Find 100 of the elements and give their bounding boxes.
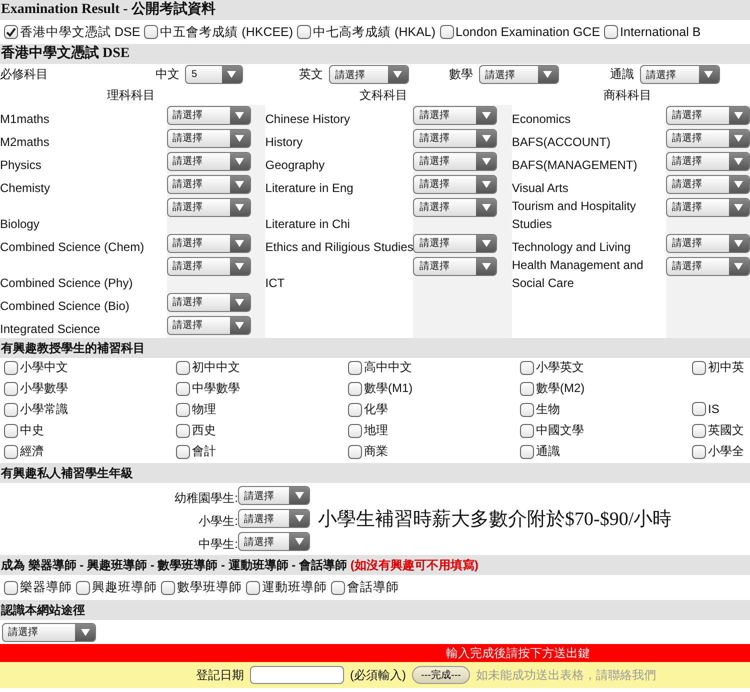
checkbox[interactable] xyxy=(520,424,534,438)
checkbox[interactable] xyxy=(692,444,706,459)
checkbox[interactable] xyxy=(520,444,534,459)
checkbox[interactable] xyxy=(520,382,534,396)
subject-name: Chemisty xyxy=(0,181,50,195)
checkbox[interactable] xyxy=(4,402,18,417)
checkbox[interactable] xyxy=(4,25,18,39)
checkbox[interactable] xyxy=(4,424,18,438)
subject-label: 英文 xyxy=(298,66,323,83)
checkbox[interactable] xyxy=(692,360,706,375)
date-label: 登記日期 xyxy=(196,666,244,684)
dropdown[interactable]: 請選擇 xyxy=(413,198,498,218)
checkbox[interactable] xyxy=(176,424,190,438)
dropdown[interactable]: 請選擇 xyxy=(413,106,498,126)
dropdown[interactable]: 請選擇 xyxy=(413,234,498,254)
checkbox-label: 會話導師 xyxy=(347,579,399,596)
subject-name: Biology xyxy=(0,217,40,231)
done-button[interactable]: ---完成--- xyxy=(412,666,470,684)
checkbox-label: 化學 xyxy=(364,401,388,418)
checkbox-label: 中國文學 xyxy=(536,422,584,440)
dropdown[interactable]: 5 xyxy=(185,65,243,84)
subject-label: 數學 xyxy=(448,66,473,83)
checkbox[interactable] xyxy=(331,580,345,594)
dropdown[interactable]: 請選擇 xyxy=(238,532,310,551)
dropdown[interactable]: 請選擇 xyxy=(238,486,310,505)
checkbox-label: London Examination GCE xyxy=(456,25,600,39)
checkbox[interactable] xyxy=(520,360,534,375)
subject-name: Tourism and Hospitality Studies xyxy=(512,199,636,231)
checkbox[interactable] xyxy=(176,360,190,375)
checkbox[interactable] xyxy=(692,402,706,416)
checkbox[interactable] xyxy=(4,360,18,375)
section-heading: 有興趣私人補習學生年級 xyxy=(0,463,750,483)
checkbox[interactable] xyxy=(144,25,158,39)
checkbox[interactable] xyxy=(297,25,312,39)
dropdown[interactable]: 請選擇 xyxy=(478,65,558,84)
column-heading: 商科科目 xyxy=(603,88,652,102)
grade-label: 小學生: xyxy=(198,514,238,528)
dropdown[interactable]: 請選擇 xyxy=(666,175,750,194)
subject-name: Geography xyxy=(265,158,325,172)
checkbox[interactable] xyxy=(440,25,454,39)
checkbox[interactable] xyxy=(520,402,534,417)
dropdown[interactable]: 請選擇 xyxy=(166,129,251,148)
date-input-field[interactable] xyxy=(250,666,344,684)
checkbox-label: 小學常識 xyxy=(20,401,68,418)
column-heading: 理科科目 xyxy=(107,88,156,102)
dropdown[interactable]: 請選擇 xyxy=(328,65,409,84)
checkbox[interactable] xyxy=(176,382,190,396)
checkbox[interactable] xyxy=(76,580,90,594)
checkbox-label: 小學數學 xyxy=(20,380,68,398)
checkbox[interactable] xyxy=(161,580,175,594)
checkbox[interactable] xyxy=(176,444,190,459)
dropdown[interactable]: 請選擇 xyxy=(166,106,251,126)
checkbox[interactable] xyxy=(4,382,18,396)
dropdown[interactable]: 請選擇 xyxy=(413,175,498,194)
checkbox[interactable] xyxy=(348,382,362,396)
subject-name: BAFS(ACCOUNT) xyxy=(512,135,611,149)
checkbox[interactable] xyxy=(4,444,18,459)
checkbox-label: 商業 xyxy=(364,443,388,460)
checkbox-label: 英國文 xyxy=(708,422,744,440)
subject-name: Literature in Eng xyxy=(265,181,354,195)
required-note: (必須輸入) xyxy=(350,666,406,684)
dropdown[interactable]: 請選擇 xyxy=(166,316,251,336)
checkbox-label: 經濟 xyxy=(20,443,44,460)
checkbox[interactable] xyxy=(604,25,618,39)
checkbox[interactable] xyxy=(348,444,362,459)
dropdown[interactable]: 請選擇 xyxy=(666,257,750,276)
dropdown[interactable]: 請選擇 xyxy=(166,293,251,312)
dropdown[interactable]: 請選擇 xyxy=(666,198,750,218)
dropdown[interactable]: 請選擇 xyxy=(666,129,750,148)
section-heading: Examination Result - 公開考試資料 xyxy=(0,0,750,20)
checkbox[interactable] xyxy=(246,580,260,594)
checkbox[interactable] xyxy=(348,424,362,438)
subject-name: Ethics and Riligious Studies xyxy=(265,240,414,254)
checkbox-label: IS xyxy=(708,402,720,416)
checkbox[interactable] xyxy=(348,360,362,375)
dropdown[interactable]: 請選擇 xyxy=(166,234,251,254)
dropdown[interactable]: 請選擇 xyxy=(2,622,96,642)
dropdown[interactable]: 請選擇 xyxy=(413,152,498,172)
dropdown[interactable]: 請選擇 xyxy=(666,152,750,172)
dropdown[interactable]: 請選擇 xyxy=(166,175,251,194)
checkbox-label: 小學全 xyxy=(708,443,744,460)
dropdown[interactable]: 請選擇 xyxy=(166,257,251,276)
checkbox-label: 中學數學 xyxy=(192,380,240,398)
dropdown[interactable]: 請選擇 xyxy=(238,509,310,528)
dropdown[interactable]: 請選擇 xyxy=(666,106,750,126)
checkbox-label: 樂器導師 xyxy=(20,579,72,596)
checkbox-label: 數學班導師 xyxy=(177,579,242,596)
checkbox-label: 運動班導師 xyxy=(262,579,327,596)
dropdown[interactable]: 請選擇 xyxy=(166,152,251,172)
checkbox[interactable] xyxy=(348,402,362,417)
dropdown[interactable]: 請選擇 xyxy=(166,198,251,218)
dropdown[interactable]: 請選擇 xyxy=(640,65,720,84)
checkbox[interactable] xyxy=(4,580,18,594)
dropdown[interactable]: 請選擇 xyxy=(666,234,750,254)
column-heading: 文科科目 xyxy=(359,88,408,102)
dropdown[interactable]: 請選擇 xyxy=(413,257,498,276)
subject-name: M1maths xyxy=(0,112,50,126)
checkbox[interactable] xyxy=(692,424,706,438)
checkbox[interactable] xyxy=(176,402,190,417)
dropdown[interactable]: 請選擇 xyxy=(413,129,498,148)
